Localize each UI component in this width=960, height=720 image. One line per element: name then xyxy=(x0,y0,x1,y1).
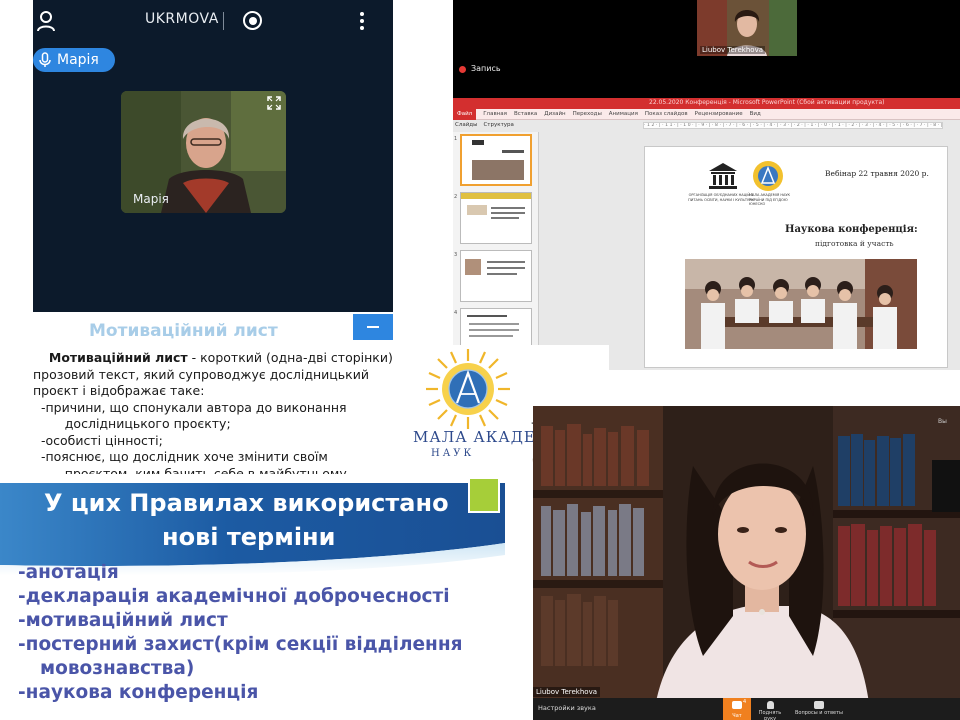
slide-thumbnail[interactable] xyxy=(460,134,532,186)
ribbon-tab-review[interactable]: Рецензирование xyxy=(695,109,743,120)
motivation-letter-slide: Мотиваційний лист Мотиваційний лист - ко… xyxy=(33,312,393,474)
slide-thumbnail[interactable] xyxy=(460,192,532,244)
qa-icon xyxy=(814,701,824,709)
user-icon[interactable] xyxy=(37,10,55,32)
window-title-bar: 22.05.2020 Конференція - Microsoft Power… xyxy=(453,98,960,109)
slide-date: Вебінар 22 травня 2020 р. xyxy=(825,169,929,178)
camera-participant-name: Liubov Terekhova xyxy=(533,687,601,697)
list-item-continuation: мовознавства) xyxy=(40,658,195,679)
slide-subtitle: підготовка й участь xyxy=(815,239,894,248)
ribbon-tab-home[interactable]: Главная xyxy=(483,109,507,120)
chat-button[interactable]: 4 Чат xyxy=(723,698,751,720)
raise-hand-button[interactable]: Поднять руку xyxy=(753,698,787,720)
pane-tabs: Слайды Структура xyxy=(455,122,533,132)
separator xyxy=(223,12,224,30)
app-top-bar: UKRMOVA xyxy=(33,0,393,42)
man-sun-logo xyxy=(426,349,510,429)
term-bold: Мотиваційний лист xyxy=(48,350,188,365)
unesco-logo xyxy=(709,163,737,189)
body-line: проєкт і відображає таке: xyxy=(33,383,205,398)
ribbon-tab-animation[interactable]: Анимация xyxy=(609,109,638,120)
slide-title: Мотиваційний лист xyxy=(89,321,278,341)
pane-tab-outline[interactable]: Структура xyxy=(483,122,513,128)
slide-thumbnail[interactable] xyxy=(460,250,532,302)
powerpoint-window: 22.05.2020 Конференція - Microsoft Power… xyxy=(453,98,960,370)
list-item: -мотиваційний лист xyxy=(18,610,228,631)
man-caption: МАЛА АКАДЕМІЯ НАУК УКРАЇНИ ПІД ЕГІДОЮ ЮН… xyxy=(749,193,791,206)
list-item: -наукова конференція xyxy=(18,682,259,703)
meeting-toolbar: Настройки звука 4 Чат Поднять руку Вопро… xyxy=(533,698,960,720)
chat-count-badge: 4 xyxy=(743,699,747,705)
man-logo-small xyxy=(753,161,783,191)
webcam-video: Вы Liubov Terekhova Настройки звука 4 Ча… xyxy=(533,406,960,720)
recording-label: Запись xyxy=(471,64,501,73)
ribbon-tab-view[interactable]: Вид xyxy=(750,109,761,120)
participant-video-tile[interactable]: Марія xyxy=(121,91,286,213)
list-item: -декларація академічної доброчесності xyxy=(18,586,450,607)
ribbon-tab-transitions[interactable]: Переходы xyxy=(573,109,602,120)
terms-list: -анотація -декларація академічної доброч… xyxy=(18,561,463,705)
hand-icon xyxy=(766,701,774,709)
chat-icon xyxy=(732,701,742,709)
slide-title: Наукова конференція: xyxy=(785,224,918,235)
ribbon-tabs: Файл Главная Вставка Дизайн Переходы Анимация… xyxy=(453,109,960,120)
green-square-decoration xyxy=(468,477,500,513)
body-line: прозовий текст, який супроводжує дослідн… xyxy=(33,366,369,382)
active-speaker-name: Марія xyxy=(57,52,99,68)
slide-body: Мотиваційний лист - короткий (одна-дві с… xyxy=(33,350,393,474)
fullscreen-icon[interactable] xyxy=(267,96,281,110)
list-item: -анотація xyxy=(18,562,119,583)
window-title: 22.05.2020 Конференція - Microsoft Power… xyxy=(649,99,885,106)
thumb-number: 4 xyxy=(454,310,458,316)
list-item: -постерний захист(крім секції відділення xyxy=(18,634,463,655)
mobile-meeting-app: UKRMOVA Марія Марія xyxy=(33,0,393,312)
ribbon-tab-slideshow[interactable]: Показ слайдов xyxy=(645,109,688,120)
horizontal-ruler: ·12·|·11·|·10·|·9·|·8·|·7·|·6·|·5·|·4·|·… xyxy=(643,122,943,129)
body-line: дослідницького проєкту; xyxy=(33,416,231,431)
desktop-screen-share: Liubov Terekhova Запись 22.05.2020 Конфе… xyxy=(453,0,960,370)
dark-overlay xyxy=(932,460,960,512)
presenter-thumbnail[interactable]: Liubov Terekhova xyxy=(697,0,797,56)
thumb-number: 2 xyxy=(454,194,458,200)
thumb-number: 1 xyxy=(454,136,458,142)
conference-photo xyxy=(685,259,917,349)
webcam-frame xyxy=(533,406,960,720)
body-line: проєктом, ким бачить себе в майбутньому xyxy=(33,465,347,475)
man-logo-text-2: НАУК xyxy=(431,448,475,459)
microphone-icon xyxy=(39,52,51,67)
rules-title-line1: У цих Правилах використано xyxy=(44,489,449,517)
presenter-name: Liubov Terekhova xyxy=(700,46,766,54)
chat-label: Чат xyxy=(732,713,742,719)
raise-hand-label: Поднять руку xyxy=(758,710,782,720)
more-menu-icon[interactable] xyxy=(360,12,364,30)
body-line: -причини, що спонукали автора до виконан… xyxy=(33,399,347,415)
record-icon[interactable] xyxy=(243,11,262,30)
app-title: UKRMOVA xyxy=(145,11,219,27)
minimize-button[interactable] xyxy=(353,314,393,340)
unesco-caption: ОРГАНІЗАЦІЯ ОБ'ЄДНАНИХ НАЦІЙ З ПИТАНЬ ОС… xyxy=(688,193,754,202)
slide-thumbnails-pane: 1 2 3 4 xyxy=(453,132,539,370)
self-view-label: Вы xyxy=(938,418,947,425)
audio-settings-button[interactable]: Настройки звука xyxy=(538,704,596,712)
active-speaker-chip: Марія xyxy=(33,48,115,72)
ribbon-tab-file[interactable]: Файл xyxy=(453,109,477,120)
ribbon-tab-design[interactable]: Дизайн xyxy=(544,109,565,120)
body-line: -особисті цінності; xyxy=(33,432,163,448)
qa-label: Вопросы и ответы xyxy=(795,710,843,716)
ribbon-tab-insert[interactable]: Вставка xyxy=(514,109,537,120)
current-slide: Вебінар 22 травня 2020 р. ОРГАНІЗАЦІЯ ОБ… xyxy=(644,146,948,368)
recording-indicator-icon xyxy=(459,66,466,73)
thumb-number: 3 xyxy=(454,252,458,258)
body-line: Мотиваційний лист - короткий (одна-дві с… xyxy=(48,350,393,365)
rules-title-line2: нові терміни xyxy=(162,523,336,551)
body-line: -пояснює, що дослідник хоче змінити свої… xyxy=(33,449,328,464)
pane-tab-slides[interactable]: Слайды xyxy=(455,122,477,128)
tile-participant-name: Марія xyxy=(133,192,169,206)
qa-button[interactable]: Вопросы и ответы xyxy=(789,698,849,720)
rules-slide: У цих Правилах використано нові терміни … xyxy=(0,475,507,720)
